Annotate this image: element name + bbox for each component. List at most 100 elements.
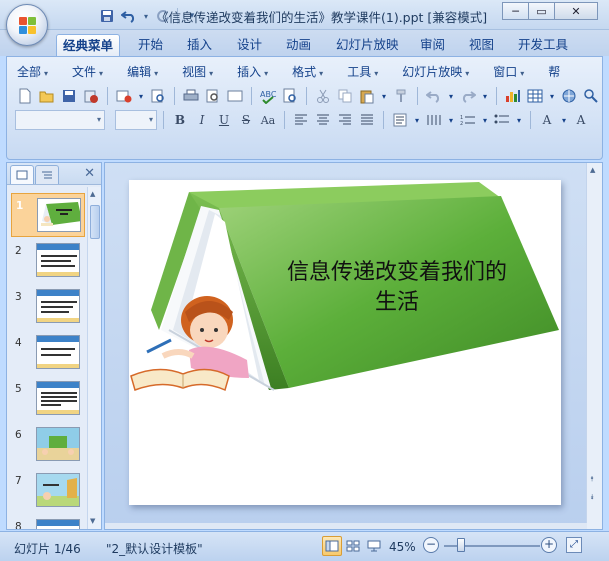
chevron-down-icon[interactable]: ▾ bbox=[379, 86, 389, 106]
font-size-combo[interactable]: ▾ bbox=[115, 110, 157, 130]
zoom-in-button[interactable]: + bbox=[541, 537, 557, 553]
align-left-icon[interactable] bbox=[291, 110, 311, 130]
new-icon[interactable] bbox=[15, 86, 35, 106]
slide-view-icon[interactable] bbox=[225, 86, 245, 106]
align-center-icon[interactable] bbox=[313, 110, 333, 130]
close-button[interactable]: ✕ bbox=[554, 2, 598, 20]
minimize-button[interactable]: ─ bbox=[502, 2, 529, 20]
email-icon[interactable] bbox=[114, 86, 134, 106]
menu-insert[interactable]: 插入 ▾ bbox=[237, 63, 268, 81]
main-scrollbar[interactable]: ▲ ⯭ ⯯ bbox=[586, 163, 602, 529]
menu-all[interactable]: 全部 ▾ bbox=[17, 63, 48, 81]
slides-pane-scrollbar[interactable]: ▲ ▼ bbox=[87, 187, 101, 529]
tab-classic-menu[interactable]: 经典菜单 bbox=[56, 34, 121, 56]
preview-icon[interactable] bbox=[203, 86, 223, 106]
zoom-slider-thumb[interactable] bbox=[457, 538, 465, 552]
menu-format[interactable]: 格式 ▾ bbox=[292, 63, 323, 81]
print-preview-icon[interactable] bbox=[148, 86, 168, 106]
zoom-icon[interactable] bbox=[581, 86, 601, 106]
spelling-icon[interactable]: ABC bbox=[258, 86, 278, 106]
menu-slideshow[interactable]: 幻灯片放映 ▾ bbox=[402, 63, 469, 81]
text-box-icon[interactable] bbox=[390, 110, 410, 130]
tab-slideshow[interactable]: 幻灯片放映 bbox=[330, 34, 405, 56]
copy-icon[interactable] bbox=[335, 86, 355, 106]
theme-name[interactable]: "2_默认设计模板" bbox=[106, 540, 203, 557]
format-painter-icon[interactable] bbox=[391, 86, 411, 106]
bold-button[interactable]: B bbox=[170, 110, 190, 130]
columns-icon[interactable] bbox=[424, 110, 444, 130]
tab-view[interactable]: 视图 bbox=[463, 34, 500, 56]
slide-canvas[interactable]: 信息传递改变着我们的生活 bbox=[129, 180, 561, 505]
tab-animations[interactable]: 动画 bbox=[280, 34, 317, 56]
tab-review[interactable]: 审阅 bbox=[414, 34, 451, 56]
font-name-combo[interactable]: ▾ bbox=[15, 110, 105, 130]
underline-button[interactable]: U bbox=[214, 110, 234, 130]
save-icon[interactable] bbox=[98, 7, 116, 25]
open-icon[interactable] bbox=[37, 86, 57, 106]
slide-thumbnail[interactable]: 3 bbox=[11, 285, 85, 329]
chevron-down-icon[interactable]: ▾ bbox=[446, 86, 456, 106]
chevron-down-icon[interactable]: ▾ bbox=[446, 110, 456, 130]
font-size-down-button[interactable]: A bbox=[571, 110, 591, 130]
slide-thumbnail[interactable]: 7 bbox=[11, 469, 85, 513]
undo-dropdown-icon[interactable]: ▾ bbox=[142, 7, 150, 25]
slide-sorter-button[interactable] bbox=[343, 536, 363, 556]
next-slide-icon[interactable]: ⯯ bbox=[590, 493, 594, 502]
numbering-icon[interactable]: 12 bbox=[458, 110, 478, 130]
tab-insert[interactable]: 插入 bbox=[181, 34, 218, 56]
slide-thumbnail[interactable]: 4 bbox=[11, 331, 85, 375]
shadow-button[interactable]: Aa bbox=[258, 110, 278, 130]
research-icon[interactable] bbox=[280, 86, 300, 106]
chevron-down-icon[interactable]: ▾ bbox=[412, 110, 422, 130]
menu-view[interactable]: 视图 ▾ bbox=[182, 63, 213, 81]
chart-icon[interactable] bbox=[503, 86, 523, 106]
redo-icon[interactable] bbox=[458, 86, 478, 106]
hyperlink-icon[interactable] bbox=[559, 86, 579, 106]
scroll-up-icon[interactable]: ▲ bbox=[590, 166, 595, 174]
fit-to-window-icon[interactable]: ⤢ bbox=[566, 537, 582, 553]
menu-file[interactable]: 文件 ▾ bbox=[72, 63, 103, 81]
previous-slide-icon[interactable]: ⯭ bbox=[590, 475, 594, 484]
chevron-down-icon[interactable]: ▾ bbox=[480, 110, 490, 130]
table-icon[interactable] bbox=[525, 86, 545, 106]
scrollbar-thumb[interactable] bbox=[90, 205, 100, 239]
office-button[interactable] bbox=[6, 4, 48, 46]
slide-thumbnail[interactable]: 5 bbox=[11, 377, 85, 421]
maximize-button[interactable]: ▭ bbox=[528, 2, 555, 20]
bullets-icon[interactable] bbox=[492, 110, 512, 130]
undo-icon[interactable] bbox=[424, 86, 444, 106]
print-icon[interactable] bbox=[181, 86, 201, 106]
strikethrough-button[interactable]: S bbox=[236, 110, 256, 130]
menu-tools[interactable]: 工具 ▾ bbox=[347, 63, 378, 81]
chevron-down-icon[interactable]: ▾ bbox=[136, 86, 146, 106]
font-size-up-button[interactable]: A bbox=[537, 110, 557, 130]
scroll-up-icon[interactable]: ▲ bbox=[90, 190, 95, 198]
chevron-down-icon[interactable]: ▾ bbox=[514, 110, 524, 130]
close-icon[interactable]: ✕ bbox=[84, 166, 95, 181]
normal-view-button[interactable] bbox=[322, 536, 342, 556]
tab-developer[interactable]: 开发工具 bbox=[512, 34, 574, 56]
zoom-out-button[interactable]: − bbox=[423, 537, 439, 553]
align-right-icon[interactable] bbox=[335, 110, 355, 130]
undo-icon[interactable] bbox=[120, 7, 138, 25]
permission-icon[interactable] bbox=[81, 86, 101, 106]
slide-thumbnail[interactable]: 6 bbox=[11, 423, 85, 467]
slide-thumbnail[interactable]: 2 bbox=[11, 239, 85, 283]
tab-home[interactable]: 开始 bbox=[132, 34, 169, 56]
slide-title[interactable]: 信息传递改变着我们的生活 bbox=[279, 258, 515, 318]
save-icon[interactable] bbox=[59, 86, 79, 106]
chevron-down-icon[interactable]: ▾ bbox=[559, 110, 569, 130]
slideshow-button[interactable] bbox=[364, 536, 384, 556]
cut-icon[interactable] bbox=[313, 86, 333, 106]
menu-window[interactable]: 窗口 ▾ bbox=[493, 63, 524, 81]
scroll-down-icon[interactable]: ▼ bbox=[90, 517, 95, 525]
slide-thumbnail[interactable]: 1 bbox=[11, 193, 85, 237]
zoom-level[interactable]: 45% bbox=[389, 540, 416, 554]
chevron-down-icon[interactable]: ▾ bbox=[547, 86, 557, 106]
slide-thumbnail[interactable]: 8 bbox=[11, 515, 85, 529]
tab-design[interactable]: 设计 bbox=[231, 34, 268, 56]
horizontal-scrollbar[interactable] bbox=[105, 523, 587, 529]
paste-icon[interactable] bbox=[357, 86, 377, 106]
justify-icon[interactable] bbox=[357, 110, 377, 130]
italic-button[interactable]: I bbox=[192, 110, 212, 130]
